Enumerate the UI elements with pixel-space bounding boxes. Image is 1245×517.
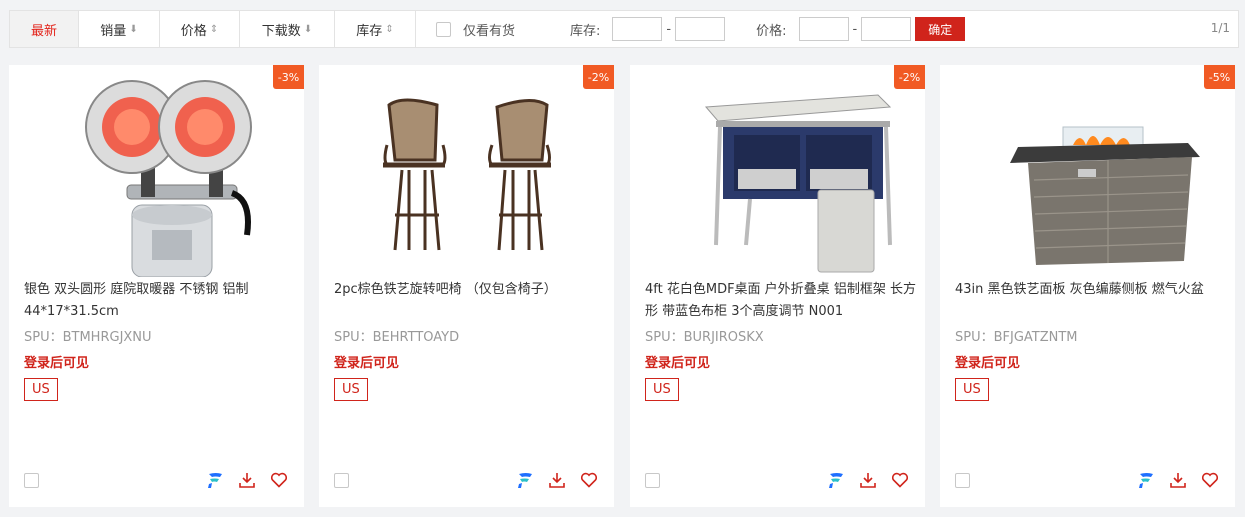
sort-down-icon: ⬇ — [303, 23, 313, 35]
card-actions — [516, 471, 598, 489]
patio-heater-image[interactable] — [9, 65, 304, 277]
sort-tab-price[interactable]: 价格 ⇕ — [160, 11, 240, 47]
sort-tab-sales[interactable]: 销量 ⬇ — [79, 11, 160, 47]
publish-icon[interactable] — [206, 471, 224, 489]
sort-tab-newest[interactable]: 最新 — [10, 11, 79, 47]
region-badge: US — [645, 378, 679, 401]
discount-badge: -5% — [1204, 65, 1235, 89]
product-title[interactable]: 银色 双头圆形 庭院取暖器 不锈钢 铝制 44*17*31.5cm — [24, 279, 296, 323]
filter-bar: 最新 销量 ⬇ 价格 ⇕ 下载数 ⬇ 库存 ⇕ 仅看有货 库存: - 价格: -… — [9, 10, 1239, 48]
product-title[interactable]: 2pc棕色铁艺旋转吧椅 （仅包含椅子） — [334, 279, 606, 301]
card-actions — [206, 471, 288, 489]
download-icon[interactable] — [859, 471, 877, 489]
product-card[interactable]: -3% 银色 双头圆形 庭院取暖器 不锈钢 铝制 44*17*31.5cm SP… — [9, 65, 304, 507]
favorite-heart-icon[interactable] — [270, 471, 288, 489]
product-card[interactable]: -2% 2pc棕色铁艺旋转吧椅 （仅包含椅子） SPU：BEHRTTOAYD 登… — [319, 65, 614, 507]
sort-updown-icon: ⇕ — [209, 23, 219, 35]
discount-badge: -3% — [273, 65, 304, 89]
product-spu: SPU：BEHRTTOAYD — [334, 330, 460, 345]
price-range: 价格: - 确定 — [756, 17, 966, 41]
select-checkbox[interactable] — [955, 473, 970, 488]
login-to-view-price: 登录后可见 — [334, 356, 400, 371]
card-actions — [827, 471, 909, 489]
publish-icon[interactable] — [516, 471, 534, 489]
price-max-input[interactable] — [861, 17, 912, 41]
sort-tab-label: 下载数 — [261, 23, 301, 39]
product-spu: SPU：BTMHRGJXNU — [24, 330, 152, 345]
sort-tab-label: 库存 — [356, 23, 383, 39]
sort-tab-stock[interactable]: 库存 ⇕ — [335, 11, 416, 47]
confirm-button[interactable]: 确定 — [915, 17, 966, 41]
select-checkbox[interactable] — [645, 473, 660, 488]
select-checkbox[interactable] — [24, 473, 39, 488]
sort-tab-label: 价格 — [180, 23, 207, 39]
publish-icon[interactable] — [1137, 471, 1155, 489]
price-range-label: 价格: — [756, 23, 787, 39]
page-indicator: 1/1 — [1210, 21, 1230, 35]
product-card[interactable]: -2% 4ft 花白色MDF桌面 户外折叠桌 铝制框架 长方形 带蓝色布柜 3个… — [630, 65, 925, 507]
download-icon[interactable] — [548, 471, 566, 489]
stock-range: 库存: - — [570, 17, 726, 41]
product-card[interactable]: -5% 43in 黑色铁艺面板 灰色编藤侧板 燃气火盆 SPU：BFJGATZN… — [940, 65, 1235, 507]
only-in-stock-toggle[interactable]: 仅看有货 — [436, 20, 515, 39]
login-to-view-price: 登录后可见 — [24, 356, 90, 371]
bar-chairs-image[interactable] — [319, 65, 614, 277]
download-icon[interactable] — [238, 471, 256, 489]
product-spu: SPU：BURJIROSKX — [645, 330, 764, 345]
sort-tab-downloads[interactable]: 下载数 ⬇ — [240, 11, 335, 47]
stock-max-input[interactable] — [675, 17, 726, 41]
region-badge: US — [24, 378, 58, 401]
favorite-heart-icon[interactable] — [1201, 471, 1219, 489]
fire-pit-table-image[interactable] — [940, 65, 1235, 277]
only-in-stock-label: 仅看有货 — [463, 23, 516, 39]
product-title[interactable]: 4ft 花白色MDF桌面 户外折叠桌 铝制框架 长方形 带蓝色布柜 3个高度调节… — [645, 279, 917, 323]
only-in-stock-checkbox[interactable] — [436, 21, 451, 37]
login-to-view-price: 登录后可见 — [645, 356, 711, 371]
favorite-heart-icon[interactable] — [891, 471, 909, 489]
range-dash: - — [852, 21, 858, 37]
sort-tab-label: 最新 — [30, 23, 57, 39]
login-to-view-price: 登录后可见 — [955, 356, 1021, 371]
product-spu: SPU：BFJGATZNTM — [955, 330, 1078, 345]
publish-icon[interactable] — [827, 471, 845, 489]
price-min-input[interactable] — [798, 17, 849, 41]
sort-updown-icon: ⇕ — [385, 23, 394, 35]
favorite-heart-icon[interactable] — [580, 471, 598, 489]
stock-range-label: 库存: — [570, 23, 601, 39]
select-checkbox[interactable] — [334, 473, 349, 488]
discount-badge: -2% — [583, 65, 614, 89]
sort-tab-label: 销量 — [100, 23, 127, 39]
discount-badge: -2% — [894, 65, 925, 89]
region-badge: US — [955, 378, 989, 401]
stock-min-input[interactable] — [612, 17, 663, 41]
region-badge: US — [334, 378, 368, 401]
range-dash: - — [666, 21, 672, 37]
sort-down-icon: ⬇ — [129, 23, 138, 35]
download-icon[interactable] — [1169, 471, 1187, 489]
card-actions — [1137, 471, 1219, 489]
product-title[interactable]: 43in 黑色铁艺面板 灰色编藤侧板 燃气火盆 — [955, 279, 1227, 301]
folding-table-image[interactable] — [630, 65, 925, 277]
